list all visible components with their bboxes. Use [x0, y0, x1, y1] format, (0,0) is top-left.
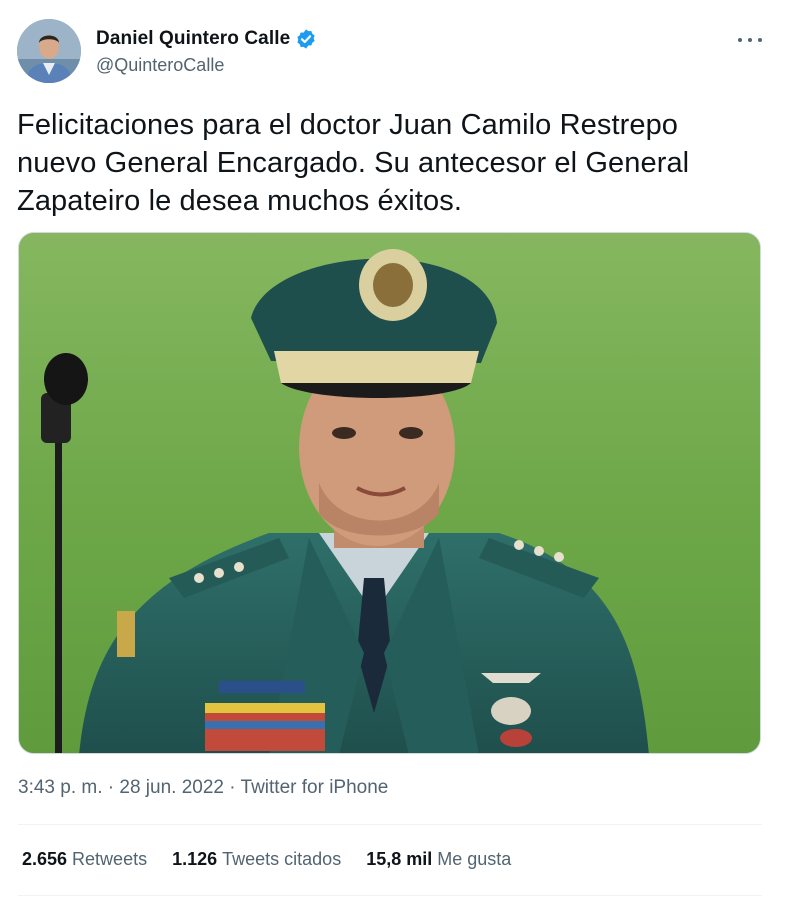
- retweets-count: 2.656: [22, 849, 68, 869]
- likes-stat[interactable]: 15,8 mil Me gusta: [366, 849, 511, 870]
- quotes-count: 1.126: [172, 849, 218, 869]
- tweet-date[interactable]: 28 jun. 2022: [119, 777, 224, 798]
- meta-separator: ·: [229, 777, 236, 798]
- divider: [18, 895, 762, 896]
- tweet-card: Daniel Quintero Calle @QuinteroCalle Fel…: [0, 0, 800, 902]
- display-name[interactable]: Daniel Quintero Calle: [96, 28, 290, 50]
- retweets-stat[interactable]: 2.656 Retweets: [22, 849, 147, 870]
- avatar[interactable]: [17, 19, 81, 83]
- more-options-icon[interactable]: [738, 36, 762, 44]
- meta-separator: ·: [107, 777, 115, 798]
- tweet-time[interactable]: 3:43 p. m.: [18, 777, 103, 798]
- likes-count: 15,8 mil: [366, 849, 433, 869]
- verified-badge-icon: [295, 28, 317, 50]
- tweet-source[interactable]: Twitter for iPhone: [241, 777, 389, 798]
- author-name-row[interactable]: Daniel Quintero Calle: [96, 28, 317, 50]
- divider: [18, 824, 762, 825]
- quotes-label: Tweets citados: [222, 849, 342, 869]
- tweet-stats: 2.656 Retweets 1.126 Tweets citados 15,8…: [22, 849, 536, 870]
- quote-tweets-stat[interactable]: 1.126 Tweets citados: [172, 849, 341, 870]
- tweet-text: Felicitaciones para el doctor Juan Camil…: [17, 109, 690, 217]
- tweet-photo[interactable]: [18, 232, 761, 754]
- likes-label: Me gusta: [437, 849, 512, 869]
- tweet-meta: 3:43 p. m. · 28 jun. 2022 · Twitter for …: [18, 777, 388, 799]
- author-handle[interactable]: @QuinteroCalle: [96, 55, 224, 76]
- retweets-label: Retweets: [72, 849, 148, 869]
